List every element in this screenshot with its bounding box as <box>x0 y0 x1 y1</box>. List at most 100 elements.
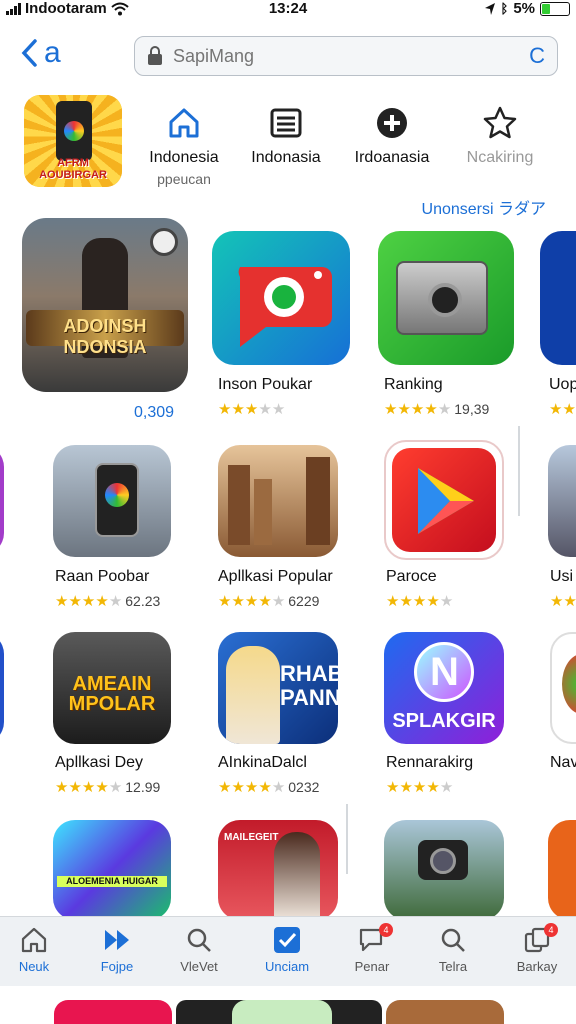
star-filled-icon: ★ <box>412 593 427 610</box>
category-ncakiring[interactable]: Ncakiring <box>450 105 550 167</box>
star-icon <box>483 106 517 139</box>
star-filled-icon: ★ <box>95 779 109 796</box>
app-tile-usi[interactable] <box>548 445 576 557</box>
navigation-bar: a C <box>0 30 576 82</box>
chevron-left-icon <box>21 39 37 67</box>
notification-badge: 4 <box>544 923 558 937</box>
content-peek <box>0 986 576 1024</box>
tab-unciam[interactable]: Unciam <box>252 925 322 974</box>
home-icon <box>169 108 199 138</box>
star-filled-icon: ★ <box>218 401 232 418</box>
app-tile-partial-left-2[interactable] <box>0 632 4 744</box>
list-icon <box>270 108 302 138</box>
category-indonesia[interactable]: Indonesia ppeucan <box>134 105 234 187</box>
tab-neuk[interactable]: Neuk <box>0 925 69 974</box>
search-input[interactable] <box>173 45 520 67</box>
rating-count: 62.23 <box>125 593 161 609</box>
search-bar[interactable]: C <box>134 36 558 76</box>
fast-forward-icon <box>105 930 129 950</box>
app-name: Raan Poobar <box>55 568 150 585</box>
app-tile-nav[interactable] <box>550 632 576 744</box>
tab-fojpe[interactable]: Fojpe <box>82 925 152 974</box>
star-rating: ★★★★★ 12.99 <box>55 778 160 796</box>
tab-label: Penar <box>354 959 390 974</box>
star-empty-icon: ★ <box>271 401 286 418</box>
app-tile-phone[interactable]: ALOEMENIA HUIGAR <box>53 820 171 920</box>
star-filled-icon: ★ <box>384 401 398 418</box>
notification-badge: 4 <box>379 923 393 937</box>
star-filled-icon: ★ <box>218 593 232 610</box>
bluetooth-icon: ᛒ <box>500 1 509 16</box>
star-filled-icon: ★ <box>563 593 576 610</box>
star-filled-icon: ★ <box>386 779 400 796</box>
star-filled-icon: ★ <box>81 593 96 610</box>
app-name: Apllkasi Dey <box>55 754 144 771</box>
star-rating: ★★★★★ <box>549 400 576 418</box>
app-tile-camera[interactable] <box>212 231 350 365</box>
app-tile-uop[interactable] <box>540 231 576 365</box>
category-label: Ncakiring <box>466 149 534 166</box>
app-tile-aplikasi-dey[interactable]: AMEAIN MPOLAR <box>53 632 171 744</box>
app-tile-raan-poobar[interactable] <box>53 445 171 557</box>
tab-label: VleVet <box>180 959 218 974</box>
location-icon <box>484 2 495 15</box>
app-name: Apllkasi Popular <box>218 568 333 585</box>
star-filled-icon: ★ <box>426 593 440 610</box>
tab-penar[interactable]: 4 Penar <box>337 923 407 974</box>
app-tile-partial-right[interactable] <box>548 820 576 920</box>
star-filled-icon: ★ <box>231 779 245 796</box>
app-tile-woman[interactable]: MAILEGEIT <box>218 820 338 920</box>
status-bar: Indootaram 13:24 ᛒ 5% <box>0 0 576 18</box>
tab-telra[interactable]: Telra <box>418 925 488 974</box>
star-filled-icon: ★ <box>95 593 109 610</box>
rating-count: 19,39 <box>454 401 490 417</box>
star-filled-icon: ★ <box>424 401 438 418</box>
app-tile-aplikasi-popular[interactable] <box>218 445 338 557</box>
app-tile-ainkinadalcl[interactable]: RHABN PANN <box>218 632 338 744</box>
app-tile-ranking[interactable] <box>378 231 514 365</box>
star-filled-icon: ★ <box>549 401 563 418</box>
star-filled-icon: ★ <box>399 779 413 796</box>
app-tile-rennarakirg[interactable]: N SPLAKGIR <box>384 632 504 744</box>
app-tile-paroce[interactable] <box>384 440 504 560</box>
app-name: Uop <box>549 376 576 393</box>
rating-count: 12.99 <box>125 779 161 795</box>
featured-title: ADOINSH NDONSIA <box>63 316 147 357</box>
checkbox-icon <box>274 927 300 953</box>
category-sub: ppeucan <box>157 171 211 187</box>
star-rating: ★★★★★ <box>550 592 576 610</box>
tab-vlevet[interactable]: VleVet <box>164 925 234 974</box>
star-filled-icon: ★ <box>562 401 576 418</box>
star-filled-icon: ★ <box>399 593 413 610</box>
app-tile-partial-left[interactable] <box>0 445 4 555</box>
back-label: a <box>44 36 61 69</box>
tile-text: ALOEMENIA HUIGAR <box>57 876 167 887</box>
app-tile-camera-photo[interactable] <box>384 820 504 920</box>
featured-app-icon[interactable]: AFRM AOUBIRGAR <box>24 95 122 187</box>
star-filled-icon: ★ <box>397 401 411 418</box>
camera-bubble-icon <box>238 267 332 347</box>
app-store-screen: Indootaram 13:24 ᛒ 5% a C AFRM AOUBIRGAR <box>0 0 576 1024</box>
tab-barkay[interactable]: 4 Barkay <box>502 923 572 974</box>
star-rating: ★★★★★ <box>386 778 453 796</box>
category-irdoanasia[interactable]: Irdoanasia <box>342 105 442 167</box>
star-empty-icon: ★ <box>108 779 123 796</box>
lock-icon <box>148 46 162 65</box>
star-filled-icon: ★ <box>231 401 245 418</box>
app-name: Paroce <box>386 568 437 585</box>
star-filled-icon: ★ <box>386 593 400 610</box>
star-empty-icon: ★ <box>439 779 454 796</box>
star-rating: ★★★★★ <box>386 592 453 610</box>
category-indonasia[interactable]: Indonasia <box>236 105 336 167</box>
category-label: Indonesia <box>149 149 219 166</box>
star-filled-icon: ★ <box>68 593 82 610</box>
tab-label: Telra <box>438 959 468 974</box>
play-icon <box>418 468 474 534</box>
featured-app-tile[interactable]: ADOINSH NDONSIA <box>22 218 188 392</box>
reload-icon[interactable]: C <box>529 43 545 69</box>
see-all-link[interactable]: Unonsersi ラダア <box>422 195 546 219</box>
plus-circle-icon <box>377 108 407 138</box>
back-button[interactable]: a <box>20 36 61 70</box>
app-name: AInkinaDalcl <box>218 754 307 771</box>
star-empty-icon: ★ <box>437 401 452 418</box>
